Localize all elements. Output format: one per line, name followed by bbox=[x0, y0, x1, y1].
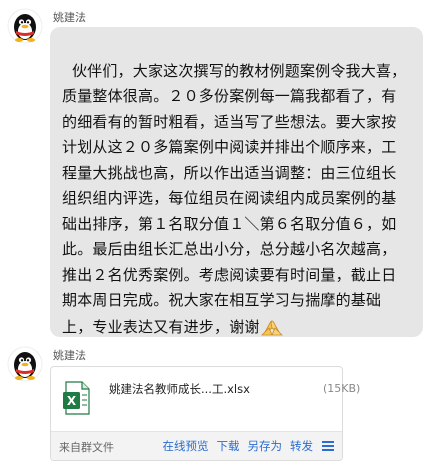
avatar[interactable] bbox=[7, 346, 43, 382]
file-info[interactable]: X 姚建法名教师成长...工.xlsx (15KB) bbox=[51, 367, 360, 431]
save-as-link[interactable]: 另存为 bbox=[248, 438, 283, 454]
message-bubble[interactable]: 伙伴们，大家这次撰写的教材例题案例令我大喜，质量整体很高。２０多份案例每一篇我都… bbox=[50, 27, 423, 337]
file-actions: 在线预览 下载 另存为 转发 bbox=[155, 438, 334, 454]
file-name[interactable]: 姚建法名教师成长...工.xlsx bbox=[109, 381, 250, 397]
sender-name[interactable]: 姚建法 bbox=[53, 347, 86, 363]
preview-online-link[interactable]: 在线预览 bbox=[163, 438, 209, 454]
file-card[interactable]: X 姚建法名教师成长...工.xlsx (15KB) 来自群文件 在线预览 下载… bbox=[50, 366, 360, 461]
sender-name[interactable]: 姚建法 bbox=[53, 9, 86, 25]
file-actions-bar: 来自群文件 在线预览 下载 另存为 转发 bbox=[51, 431, 342, 460]
file-source: 来自群文件 bbox=[59, 441, 114, 454]
file-size: (15KB) bbox=[323, 382, 361, 395]
avatar[interactable] bbox=[7, 8, 43, 44]
excel-file-icon: X bbox=[63, 381, 90, 415]
qq-penguin-icon bbox=[7, 8, 43, 44]
qq-penguin-icon bbox=[7, 346, 43, 382]
message-text: 伙伴们，大家这次撰写的教材例题案例令我大喜，质量整体很高。２０多份案例每一篇我都… bbox=[62, 61, 407, 336]
download-link[interactable]: 下载 bbox=[217, 438, 240, 454]
praying-hands-emoji bbox=[260, 320, 283, 335]
svg-text:X: X bbox=[67, 394, 77, 408]
forward-link[interactable]: 转发 bbox=[290, 438, 313, 454]
more-menu-icon[interactable] bbox=[322, 441, 334, 451]
